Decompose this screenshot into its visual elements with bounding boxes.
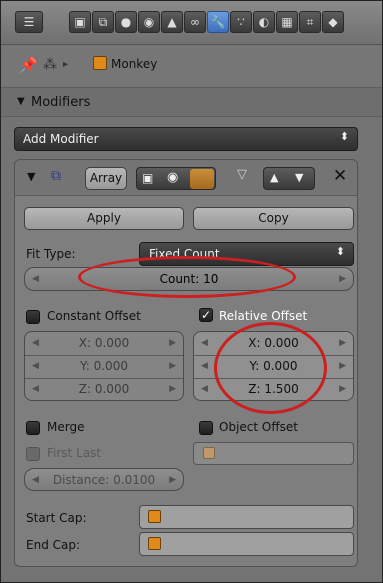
object-offset-checkbox[interactable] xyxy=(199,421,213,435)
dropdown-arrows-icon: ⬍ xyxy=(339,130,349,143)
distance-text: Distance: 0.0100 xyxy=(52,473,156,487)
increment-arrow-icon[interactable]: ▶ xyxy=(339,268,346,290)
render-camera-icon[interactable]: ▣ xyxy=(142,171,153,185)
scene-extra-tab-icon[interactable]: ⌗ xyxy=(299,11,321,33)
relative-offset-checkbox[interactable]: ✓ xyxy=(199,308,213,322)
object-cube-icon xyxy=(203,447,215,459)
scene-icon: ⁂ xyxy=(43,57,57,73)
offset-object-field[interactable] xyxy=(193,442,354,465)
modifier-name-field[interactable]: Array xyxy=(85,167,127,190)
merge-checkbox[interactable] xyxy=(26,421,40,435)
properties-header: ☰ ▣ ⧉ ● ◉ ▲ ∞ 🔧 ∵ ◐ ▦ ⌗ ◆ xyxy=(1,1,382,45)
edit-mode-icon[interactable] xyxy=(190,169,214,189)
world-tab-icon[interactable]: ◉ xyxy=(138,11,160,33)
modifiers-panel-title: Modifiers xyxy=(31,95,91,110)
add-modifier-label: Add Modifier xyxy=(23,132,99,146)
scene-extra2-tab-icon[interactable]: ◆ xyxy=(322,11,344,33)
modifier-visibility-group: ▣ ◉ xyxy=(136,167,216,190)
object-offset-label: Object Offset xyxy=(219,420,298,434)
expand-triangle-icon[interactable]: ▼ xyxy=(27,170,35,183)
render-layers-tab-icon[interactable]: ⧉ xyxy=(92,11,114,33)
texture-tab-icon[interactable]: ▦ xyxy=(276,11,298,33)
constant-offset-checkbox[interactable] xyxy=(26,310,40,324)
first-last-checkbox[interactable] xyxy=(26,447,40,461)
properties-editor: ☰ ▣ ⧉ ● ◉ ▲ ∞ 🔧 ∵ ◐ ▦ ⌗ ◆ 📌 ⁂ ▸ Monkey ▼… xyxy=(0,0,383,583)
merge-distance-field[interactable]: ◀ Distance: 0.0100 ▶ xyxy=(24,468,184,491)
chevron-right-icon: ▸ xyxy=(63,59,69,70)
constant-offset-y[interactable]: ◀ Y: 0.000 ▶ xyxy=(25,355,183,379)
modifiers-tab-icon[interactable]: 🔧 xyxy=(207,11,229,33)
context-breadcrumb: 📌 ⁂ ▸ Monkey xyxy=(1,46,382,86)
object-cube-icon xyxy=(93,56,107,70)
move-modifier-group: ▲ ▼ xyxy=(263,167,315,190)
dropdown-arrows-icon: ⬍ xyxy=(335,245,345,258)
start-cap-field[interactable] xyxy=(139,505,354,529)
pin-icon[interactable]: 📌 xyxy=(19,56,38,74)
merge-label: Merge xyxy=(47,420,85,434)
scene-tab-icon[interactable]: ● xyxy=(115,11,137,33)
constant-offset-x[interactable]: ◀ X: 0.000 ▶ xyxy=(25,332,183,356)
particles-tab-icon[interactable]: ∵ xyxy=(230,11,252,33)
add-modifier-dropdown[interactable]: Add Modifier ⬍ xyxy=(14,127,358,151)
move-down-icon[interactable]: ▼ xyxy=(295,171,303,184)
object-name[interactable]: Monkey xyxy=(111,57,157,71)
physics-tab-icon[interactable]: ◐ xyxy=(253,11,275,33)
remove-modifier-icon[interactable]: ✕ xyxy=(333,166,347,186)
object-tab-icon[interactable]: ▲ xyxy=(161,11,183,33)
viewport-eye-icon[interactable]: ◉ xyxy=(167,170,178,185)
modifier-header: ▼ ⧉ Array ▣ ◉ ▽ ▲ ▼ ✕ xyxy=(15,160,357,196)
constant-offset-vector: ◀ X: 0.000 ▶ ◀ Y: 0.000 ▶ ◀ Z: 0.000 ▶ xyxy=(24,331,184,401)
relative-offset-label: Relative Offset xyxy=(219,309,308,323)
array-modifier-icon: ⧉ xyxy=(51,168,61,184)
end-cap-label: End Cap: xyxy=(26,538,81,552)
object-cube-icon xyxy=(148,537,161,550)
constant-offset-z[interactable]: ◀ Z: 0.000 ▶ xyxy=(25,378,183,400)
fit-type-label: Fit Type: xyxy=(26,247,76,261)
object-cube-icon xyxy=(148,510,161,523)
collapse-triangle-icon[interactable]: ▼ xyxy=(17,96,25,107)
end-cap-field[interactable] xyxy=(139,532,354,556)
start-cap-label: Start Cap: xyxy=(26,511,87,525)
relative-offset-highlight-ring xyxy=(214,322,327,414)
modifiers-panel-header[interactable]: ▼ Modifiers xyxy=(1,87,382,117)
copy-button[interactable]: Copy xyxy=(193,207,354,230)
move-up-icon[interactable]: ▲ xyxy=(270,171,278,184)
constraints-tab-icon[interactable]: ∞ xyxy=(184,11,206,33)
editor-type-icon[interactable]: ☰ xyxy=(15,11,43,33)
count-highlight-ring xyxy=(78,256,296,298)
cage-triangle-icon[interactable]: ▽ xyxy=(237,167,247,182)
apply-button[interactable]: Apply xyxy=(24,207,184,230)
first-last-label: First Last xyxy=(47,446,102,460)
constant-offset-label: Constant Offset xyxy=(47,309,141,323)
decrement-arrow-icon[interactable]: ◀ xyxy=(32,268,39,290)
render-tab-icon[interactable]: ▣ xyxy=(69,11,91,33)
